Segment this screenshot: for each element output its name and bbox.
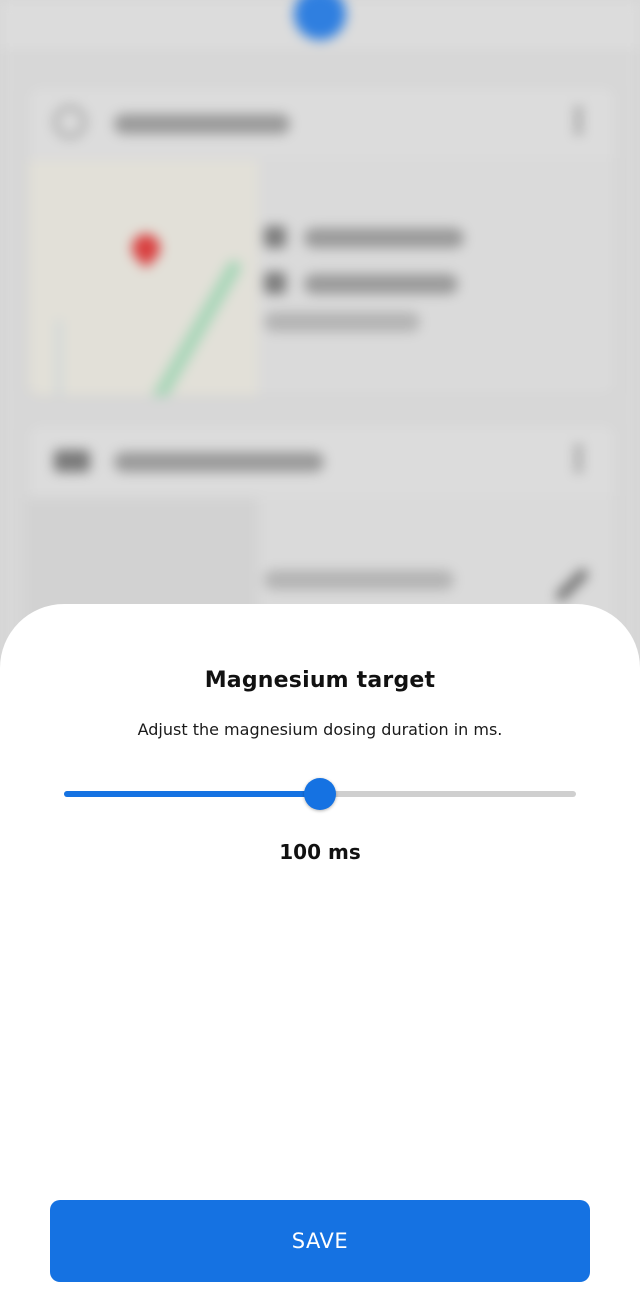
water-drop-icon xyxy=(54,106,86,138)
save-button[interactable]: SAVE xyxy=(50,1200,590,1282)
sheet-title: Magnesium target xyxy=(204,668,436,693)
magnesium-duration-slider[interactable] xyxy=(64,778,576,810)
text-placeholder xyxy=(304,274,458,294)
map-thumbnail xyxy=(28,160,258,396)
text-placeholder xyxy=(264,570,454,590)
top-bar xyxy=(0,0,640,54)
card-title-placeholder xyxy=(114,452,324,472)
top-bar-action-icon xyxy=(294,0,346,40)
bottom-sheet: Magnesium target Adjust the magnesium do… xyxy=(0,604,640,1292)
pencil-icon xyxy=(554,567,590,603)
app-screen: Magnesium target Adjust the magnesium do… xyxy=(0,0,640,1292)
card-header xyxy=(28,424,616,496)
slider-value-label: 100 ms xyxy=(279,840,361,864)
map-road xyxy=(146,257,244,396)
water-quality-card xyxy=(26,84,618,398)
map-river xyxy=(58,320,60,396)
text-placeholder xyxy=(264,312,420,332)
more-vertical-icon xyxy=(574,104,582,140)
device-icon xyxy=(54,450,90,472)
slider-thumb[interactable] xyxy=(304,778,336,810)
device-icon xyxy=(264,272,286,294)
slider-fill xyxy=(64,791,320,797)
card-title-placeholder xyxy=(114,114,290,134)
map-pin-icon xyxy=(126,228,166,268)
pencil-icon xyxy=(264,226,286,248)
sheet-description: Adjust the magnesium dosing duration in … xyxy=(137,720,503,739)
more-vertical-icon xyxy=(574,442,582,478)
card-header xyxy=(28,86,616,158)
text-placeholder xyxy=(304,228,464,248)
